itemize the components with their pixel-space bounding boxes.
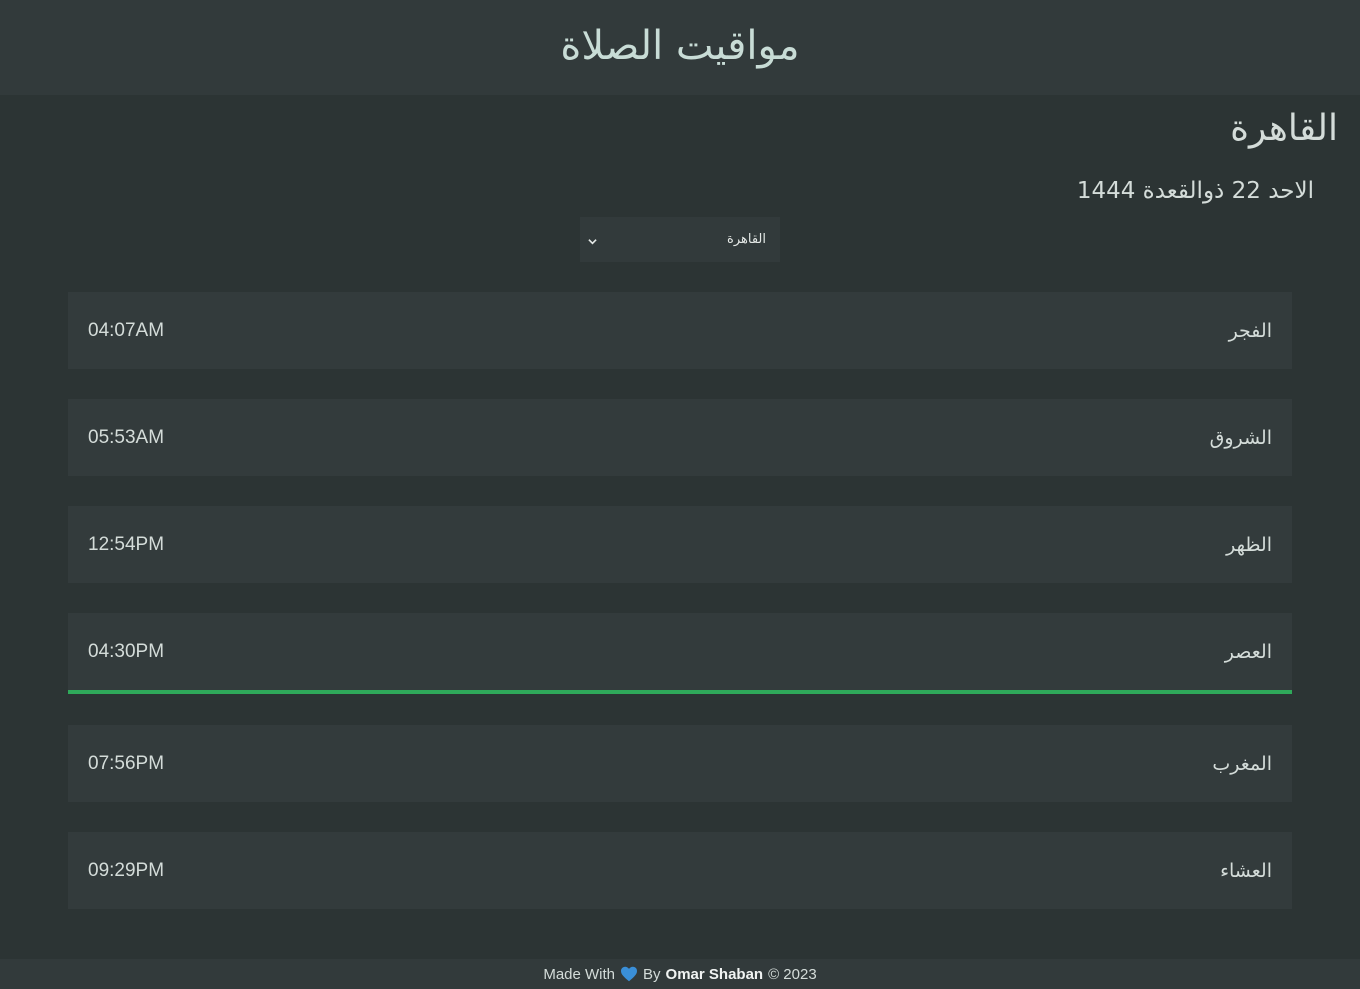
prayer-time: 12:54PM bbox=[88, 533, 165, 555]
footer-author: Omar Shaban bbox=[665, 965, 764, 983]
footer-by: By bbox=[643, 965, 661, 983]
prayer-time: 04:07AM bbox=[88, 319, 165, 341]
city-select[interactable]: القاهرة bbox=[580, 217, 780, 262]
prayer-time: 09:29PM bbox=[88, 859, 165, 881]
prayer-row-maghrib: 07:56PM المغرب bbox=[68, 725, 1292, 802]
prayer-row-isha: 09:29PM العشاء bbox=[68, 832, 1292, 909]
city-select-value: القاهرة bbox=[727, 232, 766, 247]
prayer-time: 04:30PM bbox=[88, 640, 165, 662]
prayer-time: 05:53AM bbox=[88, 426, 165, 448]
city-name: القاهرة bbox=[1230, 108, 1338, 149]
prayer-name: الشروق bbox=[1209, 426, 1272, 449]
prayer-row-asr: 04:30PM العصر bbox=[68, 613, 1292, 694]
prayer-row-fajr: 04:07AM الفجر bbox=[68, 292, 1292, 369]
page-footer: Made With By Omar Shaban © 2023 bbox=[0, 959, 1360, 989]
page-header: مواقيت الصلاة bbox=[0, 0, 1360, 95]
blue-heart-icon bbox=[620, 966, 638, 982]
prayer-name: المغرب bbox=[1212, 752, 1272, 775]
footer-copyright: © 2023 bbox=[768, 965, 817, 983]
prayer-name: العشاء bbox=[1220, 859, 1272, 882]
prayer-row-sunrise: 05:53AM الشروق bbox=[68, 399, 1292, 476]
prayer-name: الفجر bbox=[1228, 319, 1272, 342]
prayer-name: الظهر bbox=[1226, 533, 1272, 556]
prayer-row-dhuhr: 12:54PM الظهر bbox=[68, 506, 1292, 583]
chevron-down-icon bbox=[588, 235, 597, 245]
prayer-name: العصر bbox=[1224, 640, 1272, 663]
footer-made-with: Made With bbox=[543, 965, 616, 983]
prayer-time: 07:56PM bbox=[88, 752, 165, 774]
hijri-date: الاحد 22 ذوالقعدة 1444 bbox=[1076, 178, 1314, 204]
page-title: مواقيت الصلاة bbox=[560, 22, 800, 69]
